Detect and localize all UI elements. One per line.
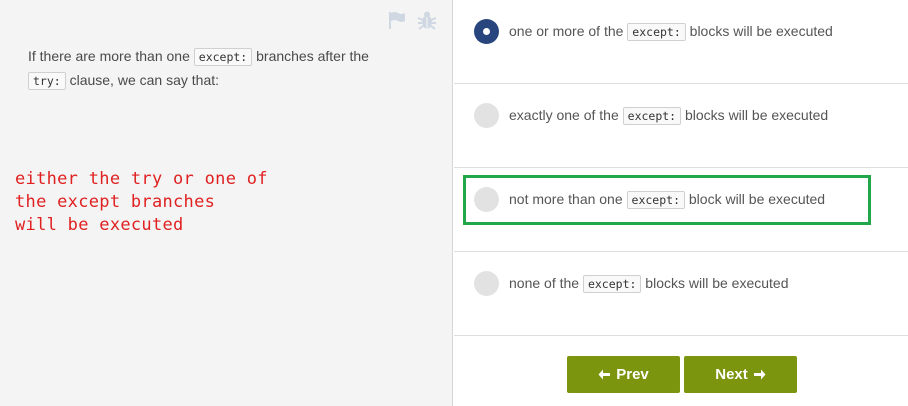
option-text: blocks will be executed <box>641 275 789 291</box>
radio-button-selected[interactable] <box>474 19 499 44</box>
panel-icons <box>386 9 438 31</box>
question-panel: If there are more than one except: branc… <box>0 0 453 406</box>
option-label: exactly one of the except: blocks will b… <box>509 104 828 127</box>
option-code: except: <box>582 275 642 293</box>
option-text: blocks will be executed <box>685 23 833 39</box>
question-text-middle: branches after the <box>252 48 369 64</box>
radio-button[interactable] <box>474 187 499 212</box>
prev-label: Prev <box>616 366 649 383</box>
answer-option-2[interactable]: exactly one of the except: blocks will b… <box>454 84 908 168</box>
option-text: exactly one of the <box>509 107 623 123</box>
option-label: one or more of the except: blocks will b… <box>509 20 833 43</box>
option-text: block will be executed <box>685 191 826 207</box>
question-text-before: If there are more than one <box>28 48 194 64</box>
answer-option-3[interactable]: not more than one except: block will be … <box>454 168 908 252</box>
answer-panel: one or more of the except: blocks will b… <box>454 0 908 406</box>
next-button[interactable]: Next <box>684 356 797 393</box>
flag-icon[interactable] <box>386 9 408 31</box>
note-line-1: either the try or one of <box>15 169 268 189</box>
handwritten-note: either the try or one of the except bran… <box>15 168 268 237</box>
answer-option-4[interactable]: none of the except: blocks will be execu… <box>454 252 908 336</box>
option-text: one or more of the <box>509 23 628 39</box>
option-text: not more than one <box>509 191 627 207</box>
option-label: none of the except: blocks will be execu… <box>509 272 789 295</box>
note-line-3: will be executed <box>15 215 184 235</box>
radio-button[interactable] <box>474 103 499 128</box>
bug-icon[interactable] <box>416 9 438 31</box>
option-code: except: <box>622 107 682 125</box>
prev-button[interactable]: Prev <box>567 356 680 393</box>
question-text: If there are more than one except: branc… <box>28 45 428 93</box>
arrow-left-icon <box>598 369 611 380</box>
option-label: not more than one except: block will be … <box>509 188 825 211</box>
option-text: blocks will be executed <box>681 107 829 123</box>
answer-option-1[interactable]: one or more of the except: blocks will b… <box>454 0 908 84</box>
question-text-after: clause, we can say that: <box>65 72 220 88</box>
code-except: except: <box>193 48 253 66</box>
note-line-2: the except branches <box>15 192 216 212</box>
option-text: none of the <box>509 275 583 291</box>
next-label: Next <box>715 366 748 383</box>
option-code: except: <box>627 23 686 41</box>
radio-button[interactable] <box>474 271 499 296</box>
code-try: try: <box>28 72 66 90</box>
option-code: except: <box>626 191 685 209</box>
arrow-right-icon <box>753 369 766 380</box>
